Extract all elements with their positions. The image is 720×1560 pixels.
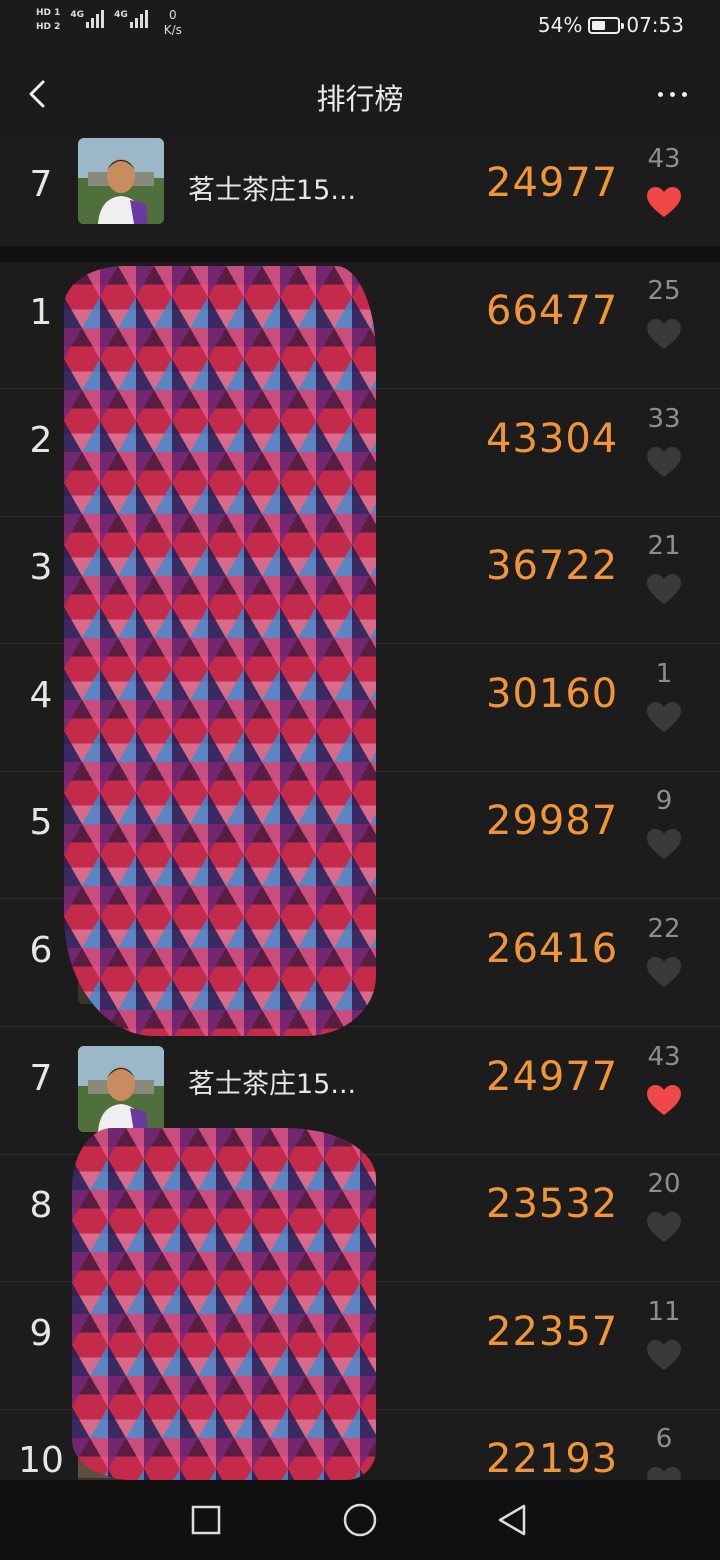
rank-number: 7 <box>29 1057 53 1099</box>
score: 29987 <box>486 798 619 845</box>
heart-icon[interactable] <box>646 1466 682 1480</box>
heart-icon[interactable] <box>646 956 682 988</box>
signal-2-icon: 4G <box>114 8 148 28</box>
my-likes-count: 43 <box>647 144 681 174</box>
network-speed-unit: K/s <box>163 23 182 37</box>
battery-percent: 54% <box>537 13 583 37</box>
rank-number: 3 <box>29 547 53 589</box>
score: 43304 <box>486 415 619 462</box>
net2-label: 4G <box>114 10 128 20</box>
avatar <box>78 1045 164 1132</box>
mosaic-censor-overlay <box>72 1128 376 1480</box>
my-rank-number: 7 <box>29 164 53 205</box>
clock: 07:53 <box>626 13 684 37</box>
nav-bar: 排行榜 <box>0 52 720 136</box>
rank-number: 2 <box>29 419 53 461</box>
sim1-label: HD 1 <box>36 8 61 18</box>
status-bar: HD 1 HD 2 4G 4G 0 K/s 54% 07:53 <box>0 0 720 52</box>
rank-number: 4 <box>29 674 53 716</box>
network-speed: 0 K/s <box>164 8 182 38</box>
heart-icon[interactable] <box>646 1339 682 1371</box>
battery-icon <box>588 16 625 34</box>
likes-count: 33 <box>647 403 681 434</box>
score: 24977 <box>486 1053 619 1100</box>
mosaic-censor-overlay <box>64 266 376 1036</box>
my-rank-row[interactable]: 7 茗士茶庄15... 24977 43 <box>0 136 720 246</box>
rank-number: 10 <box>18 1440 64 1480</box>
triangle-back-icon[interactable] <box>494 1502 530 1538</box>
score: 26416 <box>486 926 619 972</box>
likes-count: 1 <box>655 658 673 689</box>
net1-label: 4G <box>70 10 85 20</box>
rank-number: 6 <box>29 930 53 971</box>
battery-fill <box>592 20 606 30</box>
score: 66477 <box>486 288 619 334</box>
more-dots-icon[interactable] <box>652 82 692 106</box>
signal-1-icon: 4G <box>70 8 105 28</box>
circle-icon[interactable] <box>342 1502 378 1538</box>
system-navigation-bar <box>0 1480 720 1560</box>
rank-number: 1 <box>29 292 53 333</box>
heart-icon[interactable] <box>646 828 682 860</box>
score: 23532 <box>486 1181 619 1228</box>
heart-icon[interactable] <box>646 573 682 605</box>
heart-icon[interactable] <box>646 186 682 218</box>
rank-number: 9 <box>29 1312 53 1354</box>
my-name: 茗士茶庄15... <box>188 175 357 206</box>
likes-count: 22 <box>647 914 681 944</box>
section-divider <box>0 246 720 262</box>
heart-icon[interactable] <box>646 1084 682 1116</box>
rank-number: 8 <box>29 1185 53 1227</box>
user-name: 茗士茶庄15... <box>188 1068 357 1100</box>
rank-number: 5 <box>29 802 53 844</box>
score: 22357 <box>486 1308 619 1355</box>
score: 30160 <box>486 670 619 717</box>
likes-count: 25 <box>647 276 681 306</box>
network-speed-value: 0 <box>168 8 177 22</box>
likes-count: 11 <box>647 1296 681 1327</box>
avatar <box>78 138 164 224</box>
heart-icon[interactable] <box>646 1211 682 1243</box>
my-score: 24977 <box>486 160 619 206</box>
heart-icon[interactable] <box>646 318 682 350</box>
score: 36722 <box>486 543 619 590</box>
heart-icon[interactable] <box>646 701 682 733</box>
likes-count: 43 <box>647 1041 681 1072</box>
square-icon[interactable] <box>188 1502 224 1538</box>
score: 22193 <box>486 1436 619 1480</box>
heart-icon[interactable] <box>646 446 682 478</box>
sim2-label: HD 2 <box>36 22 61 32</box>
page-title: 排行榜 <box>316 82 404 116</box>
likes-count: 9 <box>655 786 673 817</box>
likes-count: 20 <box>647 1169 681 1200</box>
likes-count: 6 <box>655 1424 673 1455</box>
likes-count: 21 <box>647 531 681 562</box>
